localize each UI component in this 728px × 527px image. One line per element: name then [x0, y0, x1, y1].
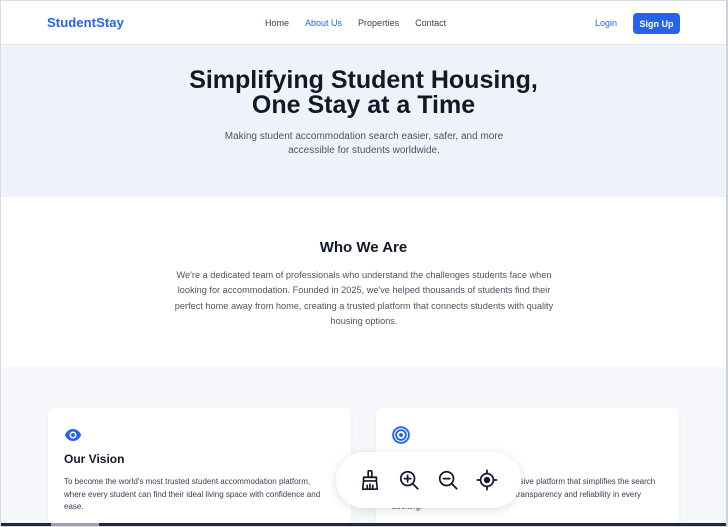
nav-link-home[interactable]: Home — [265, 18, 289, 28]
vision-text: To become the world's most trusted stude… — [64, 477, 321, 511]
login-link[interactable]: Login — [595, 18, 617, 28]
nav-link-properties[interactable]: Properties — [358, 18, 399, 28]
crosshair-icon[interactable] — [474, 467, 500, 493]
vision-card: Our Vision To become the world's most tr… — [48, 408, 351, 526]
broom-icon[interactable] — [357, 467, 383, 493]
nav-link-contact[interactable]: Contact — [415, 18, 446, 28]
nav-link-about-us[interactable]: About Us — [305, 18, 342, 28]
who-we-are-text: We're a dedicated team of professionals … — [174, 270, 554, 327]
eye-icon — [64, 426, 82, 444]
hero-subtitle: Making student accommodation search easi… — [224, 131, 504, 156]
target-icon — [392, 426, 410, 444]
navbar: StudentStay Home About Us Properties Con… — [1, 1, 726, 45]
vision-title: Our Vision — [64, 452, 125, 466]
who-we-are-section: Who We Are We're a dedicated team of pro… — [1, 197, 726, 367]
who-we-are-heading: Who We Are — [319, 239, 408, 256]
horizontal-scrollbar[interactable] — [1, 523, 726, 526]
hero-section: Simplifying Student Housing, One Stay at… — [1, 45, 726, 197]
signup-button[interactable]: Sign Up — [633, 13, 680, 34]
page-frame: StudentStay Home About Us Properties Con… — [0, 0, 728, 527]
floating-toolbar — [336, 452, 521, 508]
brand-logo[interactable]: StudentStay — [47, 15, 124, 30]
hero-title-line-2: One Stay at a Time — [251, 91, 476, 119]
nav-links: Home About Us Properties Contact — [265, 18, 446, 28]
hero-title: Simplifying Student Housing, One Stay at… — [1, 68, 726, 118]
hero-title-line-1: Simplifying Student Housing, — [189, 66, 538, 94]
zoom-out-icon[interactable] — [435, 467, 461, 493]
scrollbar-thumb[interactable] — [51, 523, 99, 526]
zoom-in-icon[interactable] — [396, 467, 422, 493]
